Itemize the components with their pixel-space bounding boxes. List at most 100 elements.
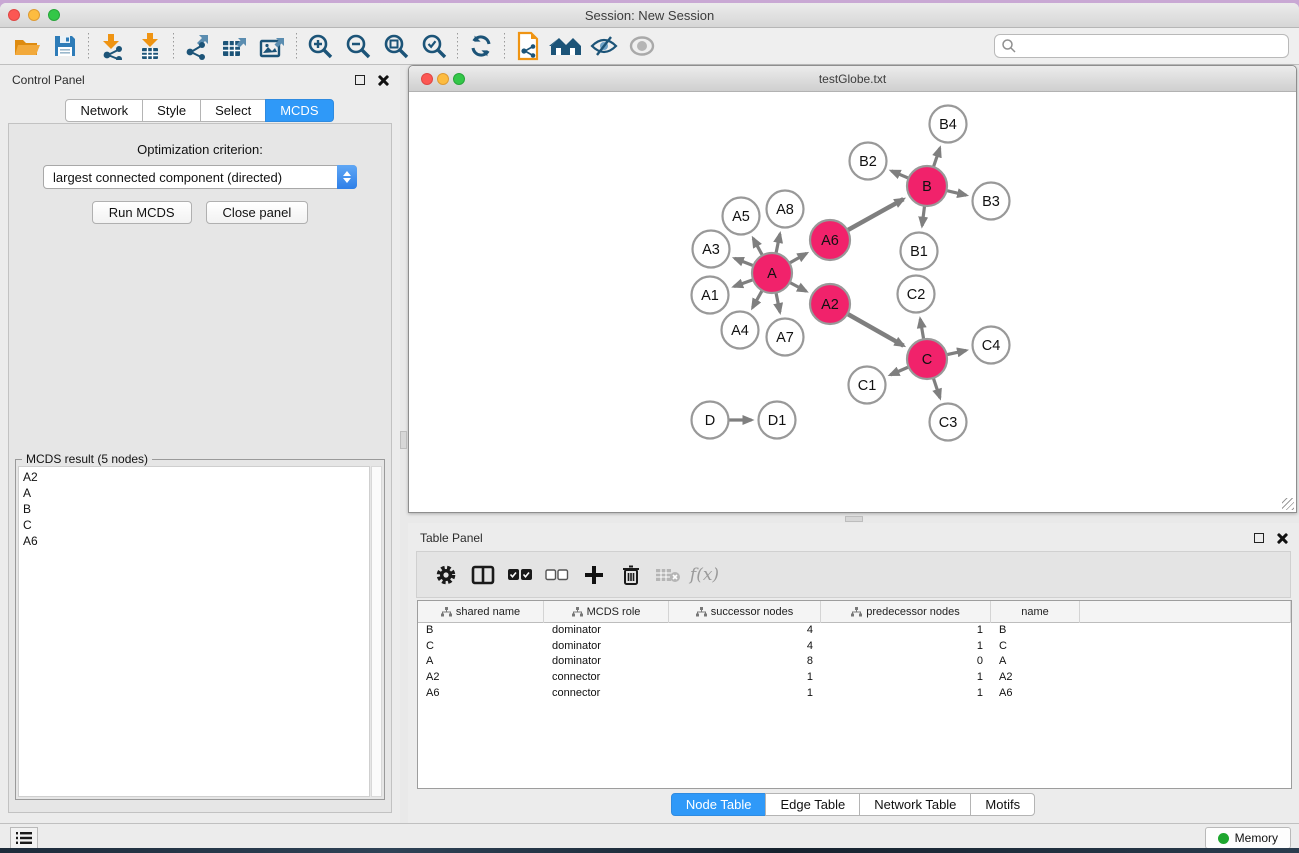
table-row[interactable]: Bdominator41B xyxy=(418,623,1291,639)
tab-edge-table[interactable]: Edge Table xyxy=(765,793,860,816)
gear-icon xyxy=(435,564,457,586)
zoom-in-button[interactable] xyxy=(301,31,339,61)
result-item[interactable]: A xyxy=(23,485,365,501)
open-folder-icon xyxy=(13,33,41,59)
refresh-view-button[interactable] xyxy=(462,31,500,61)
mcds-panel: Optimization criterion: largest connecte… xyxy=(8,123,392,813)
table-header-row: shared nameMCDS rolesuccessor nodesprede… xyxy=(418,601,1291,623)
table-row[interactable]: A6connector11A6 xyxy=(418,686,1291,702)
tab-network[interactable]: Network xyxy=(65,99,143,122)
node-label: C4 xyxy=(982,338,1001,354)
result-item[interactable]: A6 xyxy=(23,533,365,549)
deselect-all-button[interactable] xyxy=(538,558,575,592)
home-views-button[interactable] xyxy=(547,31,585,61)
column-header-name[interactable]: name xyxy=(991,601,1080,623)
delete-table-button[interactable] xyxy=(649,558,686,592)
table-close-panel-icon[interactable] xyxy=(1276,533,1287,544)
unchecked-boxes-icon xyxy=(545,569,569,581)
network-window-titlebar[interactable]: testGlobe.txt xyxy=(409,66,1296,92)
tab-select[interactable]: Select xyxy=(200,99,266,122)
table-cell: A6 xyxy=(991,686,1080,702)
window-resize-grip[interactable] xyxy=(1282,498,1294,510)
table-cell: 4 xyxy=(669,639,821,655)
export-image-button[interactable] xyxy=(254,31,292,61)
table-cell: 1 xyxy=(821,686,991,702)
table-cell: 4 xyxy=(669,623,821,639)
trash-icon xyxy=(621,564,641,586)
hide-panels-button[interactable] xyxy=(585,31,623,61)
table-cell: A xyxy=(991,654,1080,670)
attribute-tree-icon xyxy=(696,607,707,617)
float-panel-icon[interactable] xyxy=(355,75,365,85)
table-settings-button[interactable] xyxy=(427,558,464,592)
result-item[interactable]: C xyxy=(23,517,365,533)
app-titlebar: Session: New Session xyxy=(0,3,1299,28)
task-history-button[interactable] xyxy=(10,827,38,848)
vertical-splitter-handle[interactable] xyxy=(400,431,407,449)
function-builder-button[interactable]: f(x) xyxy=(686,558,723,592)
result-item[interactable]: A2 xyxy=(23,469,365,485)
table-row[interactable]: A2connector11A2 xyxy=(418,670,1291,686)
save-session-button[interactable] xyxy=(46,31,84,61)
mcds-result-list[interactable]: A2ABCA6 xyxy=(18,466,370,797)
column-header-predecessor-nodes[interactable]: predecessor nodes xyxy=(821,601,991,623)
zoom-out-button[interactable] xyxy=(339,31,377,61)
node-label: D1 xyxy=(768,413,787,429)
save-floppy-icon xyxy=(52,33,78,59)
table-float-panel-icon[interactable] xyxy=(1254,533,1264,543)
close-panel-icon[interactable] xyxy=(377,75,388,86)
network-from-selection-button[interactable] xyxy=(509,31,547,61)
tab-node-table[interactable]: Node Table xyxy=(671,793,767,816)
import-network-button[interactable] xyxy=(93,31,131,61)
close-panel-button[interactable]: Close panel xyxy=(206,201,309,224)
run-mcds-button[interactable]: Run MCDS xyxy=(92,201,192,224)
plus-icon xyxy=(583,564,605,586)
add-column-button[interactable] xyxy=(575,558,612,592)
table-row[interactable]: Cdominator41C xyxy=(418,639,1291,655)
table-delete-icon xyxy=(655,567,681,583)
column-header-MCDS-role[interactable]: MCDS role xyxy=(544,601,669,623)
zoom-selected-button[interactable] xyxy=(415,31,453,61)
table-cell: B xyxy=(991,623,1080,639)
table-cell: A6 xyxy=(418,686,544,702)
import-network-icon xyxy=(98,32,126,60)
tab-mcds[interactable]: MCDS xyxy=(265,99,333,122)
network-view-window: testGlobe.txt B4B2BB3B1A5A8A3A6AA1A4A7A2… xyxy=(408,65,1297,513)
column-header-successor-nodes[interactable]: successor nodes xyxy=(669,601,821,623)
zoom-fit-button[interactable] xyxy=(377,31,415,61)
export-network-button[interactable] xyxy=(178,31,216,61)
search-field[interactable] xyxy=(994,34,1289,58)
eye-slash-icon xyxy=(589,33,619,59)
result-scrollbar[interactable] xyxy=(371,466,382,797)
attribute-tree-icon xyxy=(441,607,452,617)
criterion-dropdown[interactable]: largest connected component (directed) xyxy=(43,165,357,189)
table-cell: A2 xyxy=(418,670,544,686)
node-table[interactable]: shared nameMCDS rolesuccessor nodesprede… xyxy=(417,600,1292,789)
column-header-shared-name[interactable]: shared name xyxy=(418,601,544,623)
node-label: A xyxy=(767,266,777,282)
result-item[interactable]: B xyxy=(23,501,365,517)
open-session-button[interactable] xyxy=(8,31,46,61)
tab-network-table[interactable]: Network Table xyxy=(859,793,971,816)
export-table-button[interactable] xyxy=(216,31,254,61)
show-columns-button[interactable] xyxy=(464,558,501,592)
network-canvas[interactable]: B4B2BB3B1A5A8A3A6AA1A4A7A2C2CC4C1C3DD1 xyxy=(409,92,1296,512)
node-label: A6 xyxy=(821,233,839,249)
table-toolbar: f(x) xyxy=(416,551,1291,598)
select-all-button[interactable] xyxy=(501,558,538,592)
table-cell: 1 xyxy=(669,686,821,702)
zoom-selected-icon xyxy=(420,32,448,60)
search-input[interactable] xyxy=(1017,39,1288,53)
horizontal-splitter-handle[interactable] xyxy=(845,516,863,522)
delete-column-button[interactable] xyxy=(612,558,649,592)
table-cell: 1 xyxy=(821,639,991,655)
tab-style[interactable]: Style xyxy=(142,99,201,122)
node-label: C3 xyxy=(939,415,958,431)
node-label: B xyxy=(922,179,932,195)
tab-motifs[interactable]: Motifs xyxy=(970,793,1035,816)
show-view-button[interactable] xyxy=(623,31,661,61)
memory-button[interactable]: Memory xyxy=(1205,827,1291,848)
table-row[interactable]: Adominator80A xyxy=(418,654,1291,670)
import-table-button[interactable] xyxy=(131,31,169,61)
table-panel: Table Panel xyxy=(408,523,1299,823)
